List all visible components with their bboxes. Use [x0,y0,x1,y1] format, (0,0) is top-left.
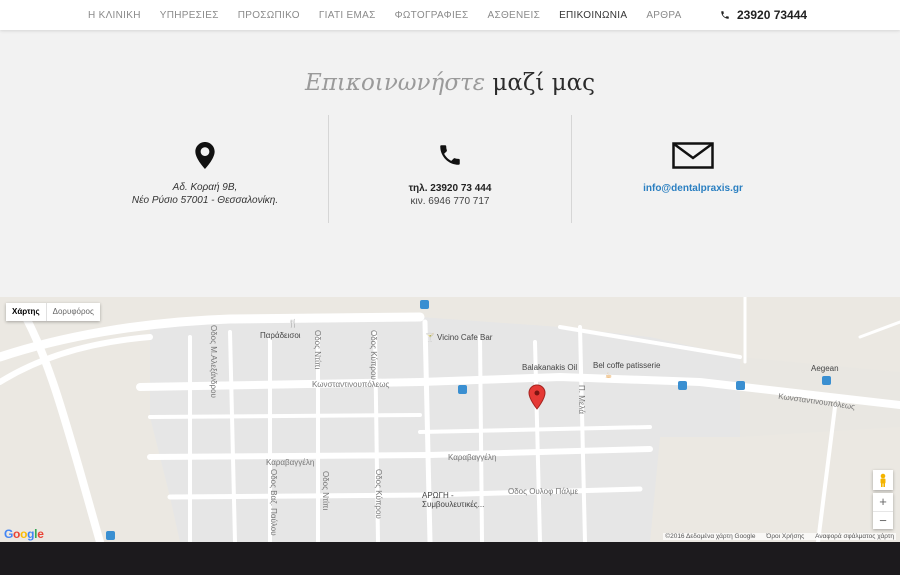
street-label: Π. Μελά [577,385,586,414]
nav-item-staff[interactable]: ΠΡΟΣΩΠΙΚΟ [238,10,300,21]
title-dark: μαζί μας [492,70,596,96]
report-error-link[interactable]: Αναφορά σφάλματος χάρτη [815,533,894,540]
bus-stop-icon[interactable] [736,381,745,390]
bus-stop-icon[interactable] [458,385,467,394]
email-column: info@dentalpraxis.gr [593,142,793,194]
nav-phone[interactable]: 23920 73444 [720,0,807,30]
bus-stop-icon[interactable] [420,300,429,309]
street-label: Οδος Ντίπι [313,330,322,370]
street-label: Οδος Ντίπι [321,471,330,511]
pegman-icon[interactable] [873,470,893,490]
street-label: Καραβαγγέλη [266,458,315,467]
column-divider [571,115,572,223]
nav-phone-number: 23920 73444 [737,8,808,22]
bus-stop-icon[interactable] [678,381,687,390]
gas-station-icon[interactable] [822,376,831,385]
place-label[interactable]: ΑΡΩΓΗ - [422,491,454,500]
place-label[interactable]: Bel coffe patisserie [593,361,660,370]
map-type-map-button[interactable]: Χάρτης [6,303,46,321]
cafe-icon: ☕ [605,371,613,380]
map-type-toggle: Χάρτης Δορυφόρος [6,303,100,321]
place-label[interactable]: Vicino Cafe Bar [437,333,492,342]
terms-link[interactable]: Όροι Χρήσης [766,533,804,540]
phone-icon [440,145,460,165]
phone-icon [721,11,729,19]
envelope-icon [672,142,714,169]
address-text: Αδ. Κοραή 9Β, Νέο Ρύσιο 57001 - Θεσσαλον… [105,181,305,207]
zoom-controls: + − [873,493,893,529]
place-label[interactable]: Παράδεισοι [260,331,301,340]
street-label: Οδος Κύπρου [374,469,383,519]
google-map[interactable]: Χάρτης Δορυφόρος 🍴 Παράδεισοι 🍸 Vicino C… [0,297,900,542]
bar-icon: 🍸 [425,333,435,342]
nav-item-photos[interactable]: ΦΩΤΟΓΡΑΦΙΕΣ [395,10,469,21]
top-navigation: Η ΚΛΙΝΙΚΗ ΥΠΗΡΕΣΙΕΣ ΠΡΟΣΩΠΙΚΟ ΓΙΑΤΙ ΕΜΑΣ… [0,0,900,30]
zoom-out-button[interactable]: − [873,511,893,529]
place-label[interactable]: Συμβουλευτικές... [422,500,484,509]
address-line-1: Αδ. Κοραή 9Β, [172,182,238,193]
restaurant-icon: 🍴 [288,319,298,328]
attribution-data: ©2016 Δεδομένα χάρτη Google [665,533,756,540]
nav-item-patients[interactable]: ΑΣΘΕΝΕΙΣ [488,10,541,21]
nav-item-services[interactable]: ΥΠΗΡΕΣΙΕΣ [160,10,219,21]
footer [0,542,900,575]
telephone-number[interactable]: τηλ. 23920 73 444 [350,182,550,195]
place-label[interactable]: Balakanakis Oil [522,363,577,372]
google-logo[interactable]: Google [4,527,44,541]
map-type-satellite-button[interactable]: Δορυφόρος [45,303,100,321]
mobile-number[interactable]: κιν. 6946 770 717 [350,195,550,208]
street-label: Οδος Βαζ. Παύλου [269,469,278,536]
nav-menu: Η ΚΛΙΝΙΚΗ ΥΠΗΡΕΣΙΕΣ ΠΡΟΣΩΠΙΚΟ ΓΙΑΤΙ ΕΜΑΣ… [88,0,701,30]
nav-item-articles[interactable]: ΑΡΘΡΑ [646,10,681,21]
bus-stop-icon[interactable] [106,531,115,540]
page-title: Επικοινωνήστε μαζί μας [0,70,900,96]
street-label: Οδος Ουλοφ Πάλμε [508,487,579,496]
column-divider [328,115,329,223]
nav-item-contact[interactable]: ΕΠΙΚΟΙΝΩΝΙΑ [559,10,627,21]
contact-section: Επικοινωνήστε μαζί μας Αδ. Κοραή 9Β, Νέο… [0,30,900,297]
street-label: Καραβαγγέλη [448,453,497,462]
address-line-2: Νέο Ρύσιο 57001 - Θεσσαλονίκη. [131,195,279,206]
email-link[interactable]: info@dentalpraxis.gr [593,183,793,194]
street-label: Κωνσταντινουπόλεως [312,380,390,389]
title-light: Επικοινωνήστε [304,70,486,96]
nav-item-why-us[interactable]: ΓΙΑΤΙ ΕΜΑΣ [319,10,376,21]
place-label[interactable]: Aegean [811,364,839,373]
map-attribution: ©2016 Δεδομένα χάρτη Google Όροι Χρήσης … [663,533,896,540]
zoom-in-button[interactable]: + [873,493,893,511]
street-label: Οδος Κύπρου [369,330,378,380]
address-column: Αδ. Κοραή 9Β, Νέο Ρύσιο 57001 - Θεσσαλον… [105,142,305,207]
phone-column: τηλ. 23920 73 444 κιν. 6946 770 717 [350,142,550,208]
street-label: Οδος Μ.Αλεξάνδρου [209,325,218,398]
location-pin-icon [195,142,215,169]
nav-item-clinic[interactable]: Η ΚΛΙΝΙΚΗ [88,10,141,21]
